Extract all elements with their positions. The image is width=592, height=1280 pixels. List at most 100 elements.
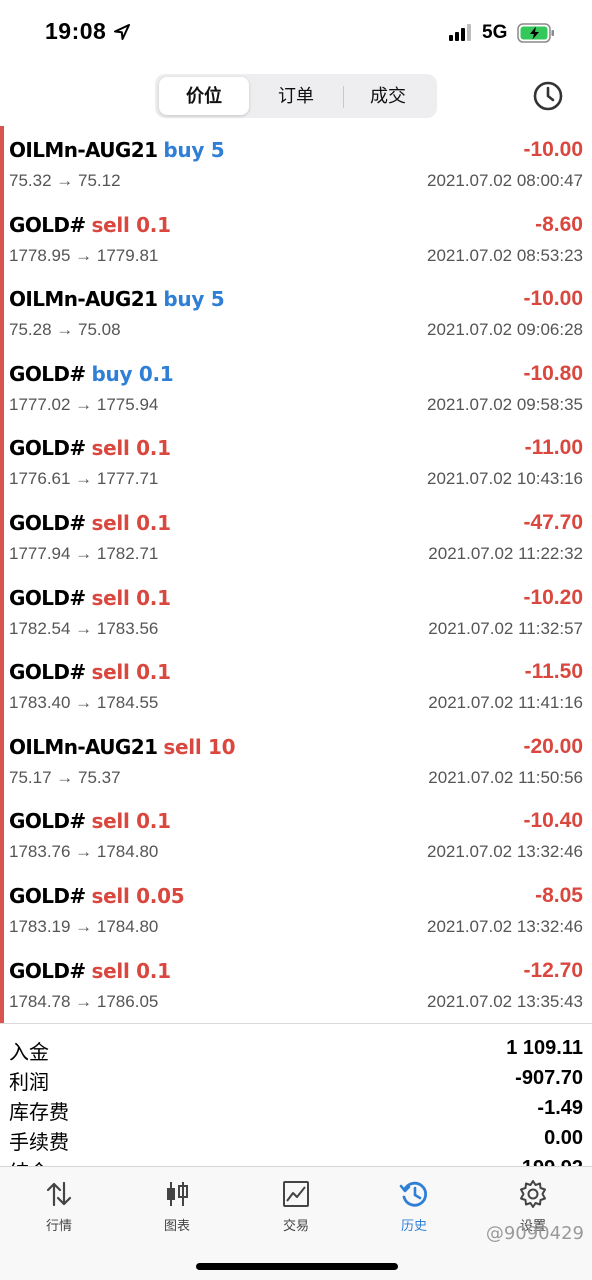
deal-title: GOLD# sell 0.05 — [9, 884, 185, 909]
deal-prices: 1777.02 → 1775.94 — [9, 394, 159, 414]
deal-action: sell 0.1 — [91, 436, 171, 461]
deal-action: sell 0.1 — [91, 958, 171, 983]
tab-orders[interactable]: 订单 — [251, 77, 341, 115]
deal-symbol: GOLD# — [9, 511, 86, 535]
bottom-tab-bar: 行情 图表 交易 历史 设置 @9090429 — [0, 1166, 592, 1280]
signal-bars-icon — [449, 24, 471, 41]
deal-title: OILMn-AUG21 buy 5 — [9, 138, 225, 163]
deal-row[interactable]: OILMn-AUG21 buy 5 75.32 → 75.12 -10.00 2021.… — [0, 126, 592, 201]
deal-title: GOLD# sell 0.1 — [9, 660, 171, 685]
deal-symbol: GOLD# — [9, 809, 86, 834]
deal-row[interactable]: OILMn-AUG21 buy 5 75.28 → 75.08 -10.00 2021.… — [0, 275, 592, 350]
deal-time: 2021.07.02 11:50:56 — [428, 767, 583, 787]
deal-action: sell 10 — [163, 734, 236, 759]
deal-time: 2021.07.02 11:22:32 — [428, 544, 583, 563]
deal-row[interactable]: GOLD# sell 0.1 1782.54 → 1783.56 -10.20 2021… — [0, 574, 592, 649]
deal-symbol: GOLD# — [9, 436, 86, 461]
deal-profit: -10.00 — [523, 287, 583, 311]
deal-time: 2021.07.02 11:32:57 — [428, 618, 583, 638]
deal-action: sell 0.1 — [91, 585, 171, 610]
deal-title: GOLD# sell 0.1 — [9, 586, 171, 611]
summary-label: 结余 — [9, 1156, 49, 1166]
deal-profit: -8.60 — [535, 212, 583, 236]
deal-row[interactable]: GOLD# buy 0.1 1777.02 → 1775.94 -10.80 2021.… — [0, 350, 592, 425]
tab-deals[interactable]: 成交 — [343, 77, 433, 115]
status-time: 19:08 — [45, 18, 107, 44]
network-type: 5G — [482, 22, 508, 43]
deal-row[interactable]: GOLD# sell 0.1 1784.78 → 1786.05 -12.70 2021… — [0, 947, 592, 1022]
summary-row: 结余 199.92 — [0, 1154, 592, 1166]
tab-history[interactable]: 历史 — [355, 1175, 473, 1239]
deal-prices: 1783.19 → 1784.80 — [9, 917, 159, 936]
deal-symbol: OILMn-AUG21 — [9, 734, 158, 759]
history-icon — [399, 1181, 428, 1207]
deal-action: sell 0.1 — [91, 511, 171, 535]
summary-row: 利润 -907.70 — [0, 1064, 592, 1094]
deal-title: OILMn-AUG21 buy 5 — [9, 287, 225, 312]
segmented-control: 价位 订单 成交 — [155, 74, 437, 118]
deal-action: buy 5 — [163, 287, 225, 312]
deal-row[interactable]: GOLD# sell 0.1 1776.61 → 1777.71 -11.00 2021… — [0, 424, 592, 499]
deal-prices: 1784.78 → 1786.05 — [9, 991, 159, 1011]
deal-time: 2021.07.02 13:32:46 — [427, 917, 583, 936]
deal-title: GOLD# buy 0.1 — [9, 361, 174, 387]
deal-prices: 75.32 → 75.12 — [9, 171, 121, 190]
deal-row[interactable]: GOLD# sell 0.1 1783.76 → 1784.80 -10.40 2021… — [0, 797, 592, 872]
deal-profit: -20.00 — [523, 734, 583, 758]
summary-label: 库存费 — [9, 1100, 69, 1124]
deal-symbol: GOLD# — [9, 361, 86, 386]
deal-symbol: GOLD# — [9, 958, 86, 983]
deal-profit: -8.05 — [535, 884, 583, 907]
deal-time: 2021.07.02 10:43:16 — [427, 469, 583, 489]
deal-prices: 1783.76 → 1784.80 — [9, 842, 159, 862]
summary-value: 0.00 — [544, 1127, 583, 1149]
tab-label: 行情 — [45, 1218, 72, 1233]
deal-title: GOLD# sell 0.1 — [9, 809, 171, 834]
summary-row: 库存费 -1.49 — [0, 1094, 592, 1124]
tab-price[interactable]: 价位 — [159, 77, 249, 115]
deal-row[interactable]: GOLD# sell 0.1 1778.95 → 1779.81 -8.60 2021.… — [0, 201, 592, 276]
deal-title: OILMn-AUG21 sell 10 — [9, 734, 236, 760]
tab-label: 历史 — [400, 1218, 427, 1233]
deal-time: 2021.07.02 08:00:47 — [427, 171, 583, 190]
deal-symbol: GOLD# — [9, 660, 86, 685]
deal-time: 2021.07.02 13:32:46 — [427, 842, 583, 862]
tab-chart[interactable]: 图表 — [118, 1175, 236, 1239]
deal-action: sell 0.05 — [91, 884, 185, 908]
deal-profit: -10.20 — [523, 585, 583, 609]
deal-time: 2021.07.02 09:06:28 — [427, 320, 583, 340]
deal-list: OILMn-AUG21 buy 5 75.32 → 75.12 -10.00 2021.… — [0, 126, 592, 1023]
deal-profit: -10.40 — [523, 809, 583, 833]
deal-profit: -10.00 — [523, 138, 583, 161]
deal-title: GOLD# sell 0.1 — [9, 511, 171, 536]
battery-charging-icon — [517, 23, 554, 43]
deal-profit: -11.50 — [524, 660, 583, 684]
deal-row[interactable]: GOLD# sell 0.1 1777.94 → 1782.71 -47.70 2021… — [0, 499, 592, 574]
deal-symbol: GOLD# — [9, 884, 86, 908]
candlestick-icon — [167, 1182, 188, 1206]
deal-prices: 1783.40 → 1784.55 — [9, 693, 159, 713]
tab-quotes[interactable]: 行情 — [0, 1175, 118, 1239]
deal-action: sell 0.1 — [91, 212, 171, 237]
summary-value: -1.49 — [537, 1097, 583, 1119]
deal-row[interactable]: GOLD# sell 0.05 1783.19 → 1784.80 -8.05 2021… — [0, 872, 592, 947]
arrows-updown-icon — [46, 1181, 72, 1207]
deal-profit: -47.70 — [523, 511, 583, 534]
deal-row[interactable]: GOLD# sell 0.1 1783.40 → 1784.55 -11.50 2021… — [0, 648, 592, 723]
deal-action: buy 0.1 — [91, 361, 174, 386]
deal-row[interactable]: OILMn-AUG21 sell 10 75.17 → 75.37 -20.00 202… — [0, 723, 592, 798]
deal-symbol: GOLD# — [9, 212, 86, 237]
clock-icon[interactable] — [532, 80, 564, 112]
summary-label: 手续费 — [9, 1130, 69, 1154]
watermark: @9090429 — [485, 1223, 584, 1244]
tab-trade[interactable]: 交易 — [237, 1175, 355, 1239]
deal-symbol: OILMn-AUG21 — [9, 138, 158, 162]
gear-icon — [520, 1180, 546, 1208]
trade-chart-icon — [283, 1181, 309, 1207]
deal-prices: 1778.95 → 1779.81 — [9, 245, 159, 265]
summary-panel: 入金 1 109.11 利润 -907.70 库存费 -1.49 手续费 0.00 结余 199.… — [0, 1023, 592, 1166]
deal-action: sell 0.1 — [91, 660, 171, 685]
summary-row: 入金 1 109.11 — [0, 1034, 592, 1064]
deal-action: buy 5 — [163, 138, 225, 162]
deal-title: GOLD# sell 0.1 — [9, 959, 171, 984]
